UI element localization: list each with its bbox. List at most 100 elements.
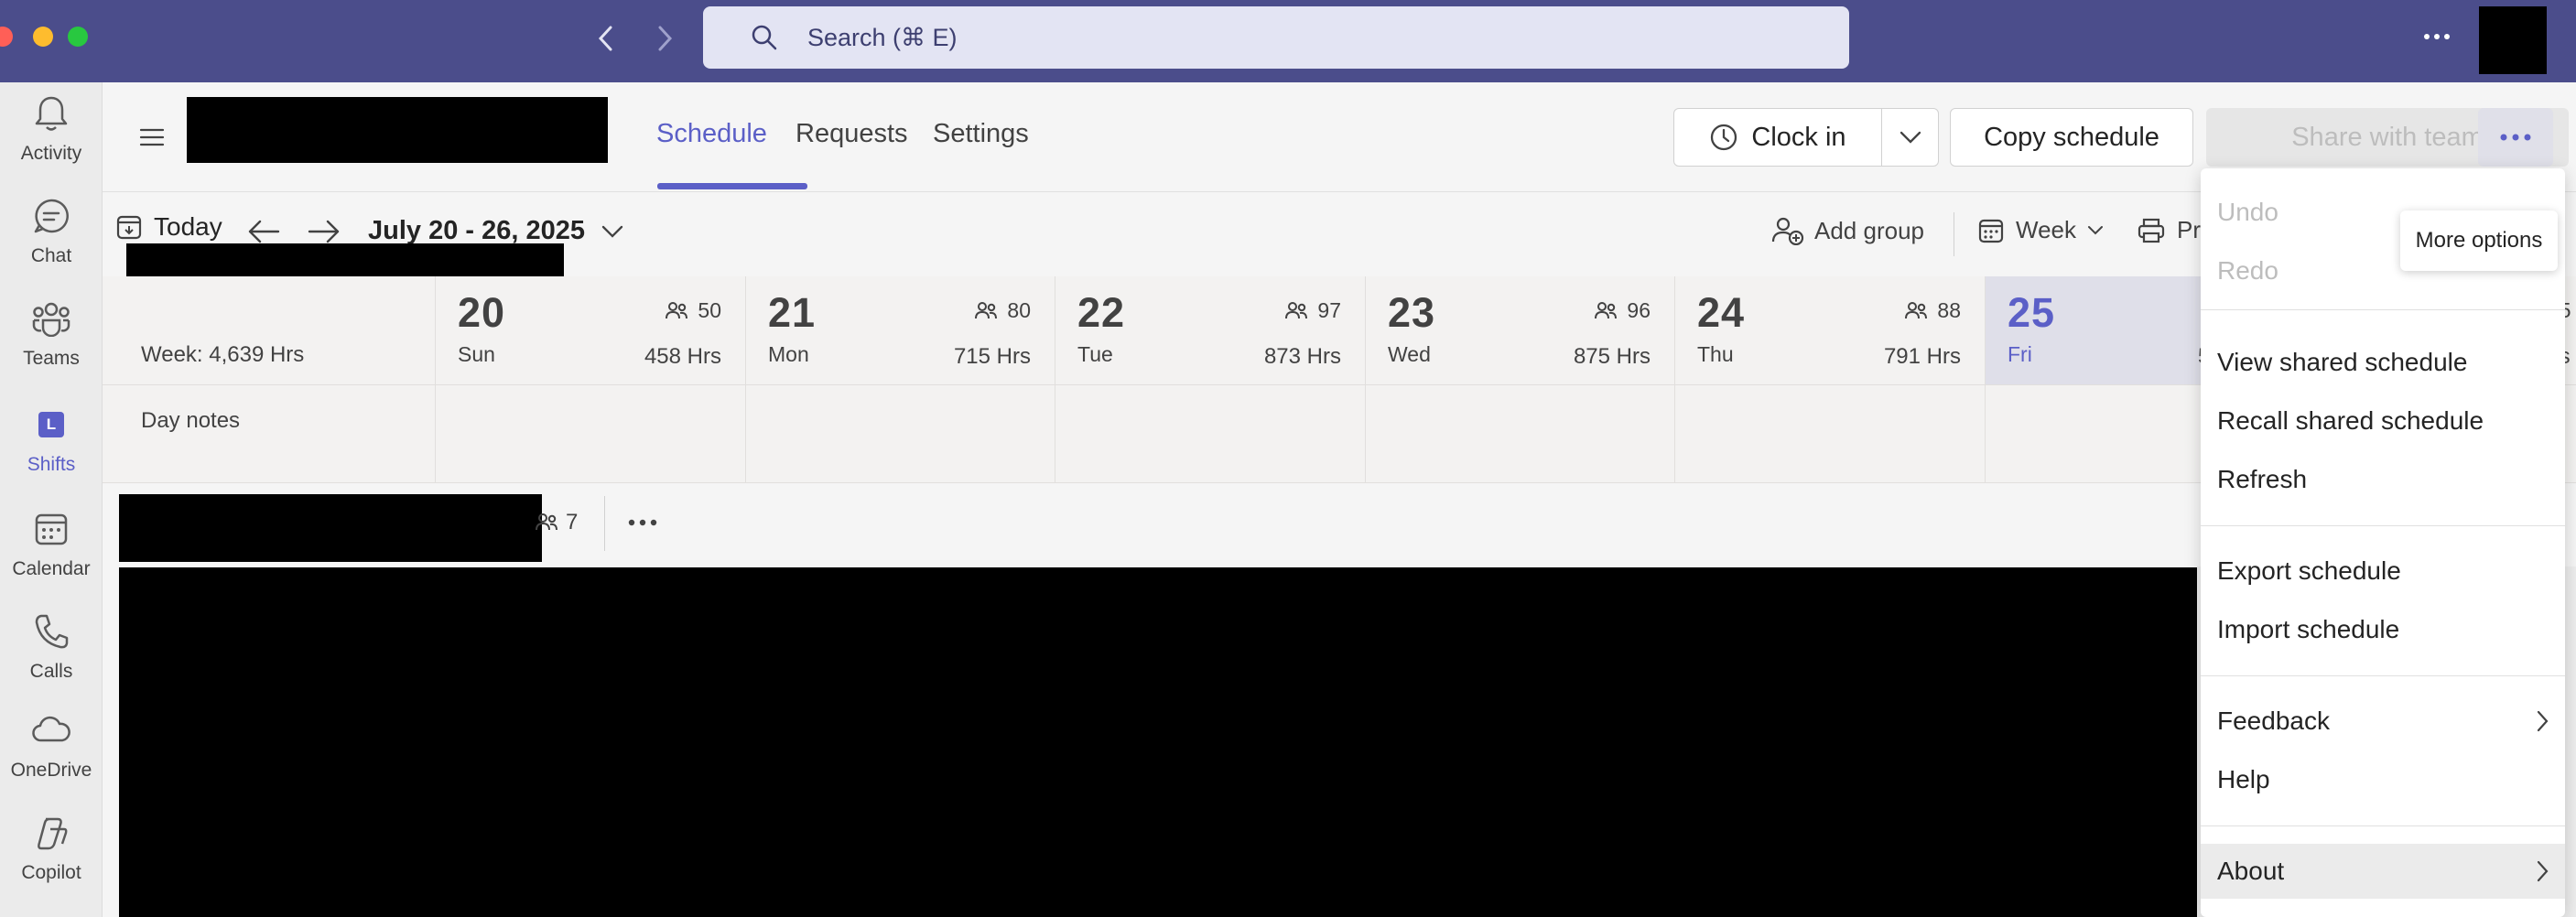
minimize-window-button[interactable] xyxy=(33,27,53,47)
search-box[interactable] xyxy=(703,6,1849,69)
tab-requests[interactable]: Requests xyxy=(796,119,908,149)
clock-in-button[interactable]: Clock in xyxy=(1673,108,1882,167)
menu-item-label: Redo xyxy=(2217,256,2278,285)
rail-label: Calendar xyxy=(12,558,91,579)
day-column[interactable]: 21 Mon 80 715 Hrs xyxy=(745,276,1055,482)
chevron-right-icon xyxy=(658,26,673,51)
day-number: 24 xyxy=(1697,289,1746,336)
chevron-right-icon xyxy=(2537,710,2549,732)
view-picker[interactable]: Week xyxy=(1977,216,2104,244)
copy-schedule-label: Copy schedule xyxy=(1984,122,2159,152)
day-number: 23 xyxy=(1388,289,1436,336)
phone-icon xyxy=(29,610,73,653)
menu-item-recall-shared-schedule[interactable]: Recall shared schedule xyxy=(2201,394,2565,448)
menu-item-view-shared-schedule[interactable]: View shared schedule xyxy=(2201,335,2565,390)
people-icon xyxy=(1905,301,1928,318)
redacted-block xyxy=(126,243,564,278)
more-options-menu: Undo Redo View shared schedule Recall sh… xyxy=(2201,168,2565,917)
people-icon xyxy=(536,513,557,531)
day-number: 21 xyxy=(768,289,817,336)
rail-item-shifts[interactable]: L Shifts xyxy=(0,403,103,503)
week-total-hours: Week: 4,639 Hrs xyxy=(141,342,305,367)
menu-divider xyxy=(2201,825,2565,826)
chevron-down-icon xyxy=(601,225,623,238)
menu-item-refresh[interactable]: Refresh xyxy=(2201,452,2565,507)
menu-item-feedback[interactable]: Feedback xyxy=(2201,694,2565,749)
menu-item-label: Import schedule xyxy=(2217,615,2400,643)
tab-settings[interactable]: Settings xyxy=(933,119,1029,149)
rail-label: OneDrive xyxy=(10,760,92,781)
back-button[interactable] xyxy=(588,20,624,57)
group-name-redacted xyxy=(119,494,542,562)
shifts-icon: L xyxy=(29,403,73,447)
rail-item-teams[interactable]: Teams xyxy=(0,297,103,397)
menu-item-about[interactable]: About xyxy=(2201,844,2565,899)
more-horizontal-icon xyxy=(2424,34,2450,39)
rail-item-chat[interactable]: Chat xyxy=(0,194,103,295)
menu-divider xyxy=(2201,525,2565,526)
today-button[interactable]: Today xyxy=(115,212,222,242)
menu-item-import-schedule[interactable]: Import schedule xyxy=(2201,602,2565,657)
search-icon xyxy=(752,25,777,50)
chat-icon xyxy=(29,194,73,238)
day-number: 20 xyxy=(458,289,506,336)
date-range-picker[interactable]: July 20 - 26, 2025 xyxy=(368,216,623,246)
rail-item-calendar[interactable]: Calendar xyxy=(0,507,103,608)
day-column[interactable]: 20 Sun 50 458 Hrs xyxy=(435,276,745,482)
menu-item-label: About xyxy=(2217,857,2285,885)
day-column[interactable]: 23 Wed 96 875 Hrs xyxy=(1365,276,1674,482)
day-header: 23 Wed 96 875 Hrs xyxy=(1366,276,1674,384)
print-button[interactable]: Pri xyxy=(2137,216,2206,244)
people-value: 96 xyxy=(1627,298,1651,322)
more-options-tooltip: More options xyxy=(2400,210,2558,271)
day-column[interactable]: 22 Tue 97 873 Hrs xyxy=(1055,276,1365,482)
arrow-right-icon xyxy=(308,220,340,243)
clock-in-dropdown-button[interactable] xyxy=(1881,108,1939,167)
menu-item-label: Recall shared schedule xyxy=(2217,406,2484,435)
day-column[interactable]: 24 Thu 88 791 Hrs xyxy=(1674,276,1985,482)
previous-week-button[interactable] xyxy=(247,220,280,243)
rail-item-copilot[interactable]: Copilot xyxy=(0,811,103,912)
day-hours: 458 Hrs xyxy=(644,344,721,369)
settings-more-button[interactable] xyxy=(2417,18,2457,55)
copy-schedule-button[interactable]: Copy schedule xyxy=(1950,108,2193,167)
people-icon xyxy=(975,301,998,318)
group-more-button[interactable] xyxy=(624,509,661,536)
view-label: Week xyxy=(2016,216,2076,243)
day-header: 21 Mon 80 715 Hrs xyxy=(746,276,1055,384)
day-header: 24 Thu 88 791 Hrs xyxy=(1675,276,1985,384)
close-window-button[interactable] xyxy=(0,27,13,47)
rail-label: Chat xyxy=(30,245,72,266)
rail-item-calls[interactable]: Calls xyxy=(0,610,103,710)
day-name: Wed xyxy=(1388,342,1431,366)
arrow-left-icon xyxy=(248,220,280,243)
next-week-button[interactable] xyxy=(308,220,341,243)
maximize-window-button[interactable] xyxy=(68,27,88,47)
chevron-left-icon xyxy=(598,26,612,51)
menu-item-export-schedule[interactable]: Export schedule xyxy=(2201,544,2565,599)
avatar[interactable] xyxy=(2479,6,2547,74)
group-divider xyxy=(604,496,605,551)
people-value: 50 xyxy=(698,298,721,322)
team-name-redacted xyxy=(187,97,608,163)
forward-button[interactable] xyxy=(646,20,683,57)
menu-toggle-button[interactable] xyxy=(134,119,170,156)
day-name: Sun xyxy=(458,342,495,366)
search-input[interactable] xyxy=(807,23,1631,52)
people-icon xyxy=(1285,301,1308,318)
rail-label: Activity xyxy=(20,143,82,164)
add-group-label: Add group xyxy=(1814,216,1924,244)
tab-schedule[interactable]: Schedule xyxy=(656,119,767,149)
rail-item-onedrive[interactable]: OneDrive xyxy=(0,708,103,809)
people-icon xyxy=(1595,301,1618,318)
add-group-button[interactable]: Add group xyxy=(1770,216,1924,245)
more-options-button[interactable] xyxy=(2478,108,2553,167)
people-value: 80 xyxy=(1007,298,1031,322)
people-value: 88 xyxy=(1937,298,1961,322)
day-people-count: 50 xyxy=(665,298,721,323)
menu-item-help[interactable]: Help xyxy=(2201,752,2565,807)
rail-item-activity[interactable]: Activity xyxy=(0,92,103,192)
day-hours: 875 Hrs xyxy=(1573,344,1651,369)
calendar-week-icon xyxy=(1978,219,2004,243)
day-people-count: 96 xyxy=(1594,298,1651,323)
